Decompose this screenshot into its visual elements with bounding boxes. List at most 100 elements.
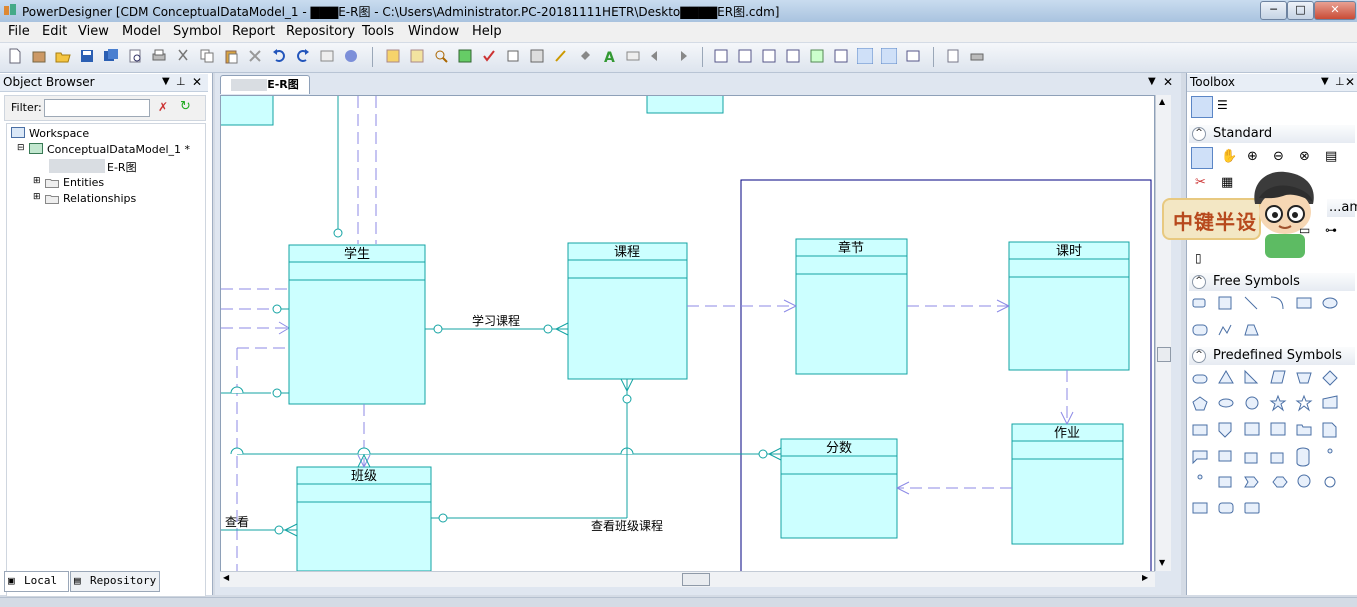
filter-input[interactable] [44,99,150,117]
bubble-icon[interactable] [1297,474,1311,488]
offpage-icon[interactable] [1218,422,1232,438]
print-setup-icon[interactable] [945,48,961,64]
horizontal-scrollbar[interactable]: ◀ ▶ [220,571,1155,587]
page-icon[interactable] [1322,422,1337,438]
predefined-process-icon[interactable] [1270,422,1286,436]
model-check-icon[interactable] [343,48,359,64]
grabber-tool-icon[interactable]: ✋ [1221,149,1237,165]
polyline-symbol-icon[interactable] [1218,324,1232,336]
entity-class[interactable]: 班级 [296,466,432,572]
panel-menu-icon[interactable]: ▼ [1321,74,1329,90]
rounded-rect-symbol-icon[interactable] [1192,324,1208,336]
refresh-shape-icon[interactable] [1324,476,1336,488]
polygon-symbol-icon[interactable] [1244,324,1259,336]
menu-report[interactable]: Report [232,24,275,39]
shape-icon[interactable] [505,48,521,64]
triangle-icon[interactable] [1218,370,1234,384]
section-predefined-symbols[interactable]: ^ Predefined Symbols [1189,347,1355,365]
scroll-down-icon[interactable]: ▼ [1159,558,1165,567]
oval-icon[interactable] [1218,398,1234,408]
section-free-symbols[interactable]: ^ Free Symbols [1189,273,1355,291]
menu-repository[interactable]: Repository [286,24,355,39]
parallelogram-icon[interactable] [1270,370,1286,384]
paste-icon[interactable] [223,48,239,64]
folder-shape-icon[interactable] [1296,424,1312,436]
scroll-up-icon[interactable]: ▲ [1159,97,1165,106]
font-icon[interactable]: A [601,48,617,64]
panel-shape-icon[interactable] [1244,502,1260,514]
cylinder-icon[interactable] [1296,447,1310,467]
menu-view[interactable]: View [78,24,109,39]
link-tool-icon[interactable]: ▦ [1221,175,1237,191]
list-view-icon[interactable]: ☰ [1217,98,1233,114]
process-icon[interactable] [1244,422,1260,436]
zoom-100-icon[interactable] [761,48,777,64]
pin-icon[interactable]: ⊥ [176,74,186,90]
scroll-right-icon[interactable]: ▶ [1142,573,1148,582]
output-toggle-icon[interactable] [881,48,897,64]
tab-repository[interactable]: ▤ Repository [70,571,160,592]
entity-homework[interactable]: 作业 [1011,423,1124,545]
close-panel-icon[interactable]: ✕ [192,74,202,90]
title-symbol-icon[interactable] [1192,298,1206,308]
scroll-thumb[interactable] [682,573,710,586]
delete-tool-icon[interactable]: ✂ [1195,175,1211,191]
panel-menu-icon[interactable]: ▼ [162,74,170,90]
new-diagram-icon[interactable] [385,48,401,64]
star-icon[interactable] [1269,394,1287,412]
hexagon-icon[interactable] [1272,476,1288,488]
scroll-left-icon[interactable]: ◀ [223,573,229,582]
pen-icon[interactable] [553,48,569,64]
cut-icon[interactable] [175,48,191,64]
actor-alt-icon[interactable] [1197,474,1203,480]
refresh-icon[interactable] [457,48,473,64]
forward-icon[interactable] [673,48,689,64]
zoom-out-tool-icon[interactable]: ⊖ [1273,149,1289,165]
window-menu-icon[interactable]: ▼ [1148,76,1156,87]
zoom-out-icon[interactable] [809,48,825,64]
undo-icon[interactable] [271,48,287,64]
pointer-tool[interactable] [1191,147,1213,169]
menu-symbol[interactable]: Symbol [173,24,221,39]
section-standard[interactable]: ^ Standard [1189,125,1355,143]
save-icon[interactable] [79,48,95,64]
pentagon-icon[interactable] [1192,396,1208,411]
collapse-icon[interactable]: ⊟ [17,143,25,153]
tab-local[interactable]: ▣ Local [4,571,69,592]
diagram-tab[interactable]: E-R图 [220,75,310,94]
line-symbol-icon[interactable] [1244,296,1258,310]
envelope-icon[interactable] [1192,502,1208,514]
minimize-button[interactable]: ─ [1260,1,1287,20]
zoom-fit-icon[interactable] [713,48,729,64]
properties-tool-icon[interactable]: ▤ [1325,149,1341,165]
star-outline-icon[interactable] [1295,394,1313,412]
expand-icon[interactable]: ⊞ [33,192,41,202]
entity-course[interactable]: 课程 [567,242,688,380]
open-package-tool-icon[interactable]: ⊗ [1299,149,1315,165]
diamond-icon[interactable] [1322,370,1338,386]
redo-icon[interactable] [295,48,311,64]
new-project-icon[interactable] [31,48,47,64]
cube-icon[interactable] [1244,452,1258,464]
printer-icon[interactable] [969,48,985,64]
relationship-tool-icon[interactable]: ⊶ [1325,223,1341,239]
frame-icon[interactable] [1218,476,1232,488]
actor-icon[interactable] [1327,448,1333,454]
zoom-page-icon[interactable] [737,48,753,64]
menu-window[interactable]: Window [408,24,459,39]
save-all-icon[interactable] [103,48,119,64]
menu-model[interactable]: Model [122,24,161,39]
entity-partial[interactable] [221,96,274,126]
result-list-icon[interactable] [905,48,921,64]
open-icon[interactable] [55,48,71,64]
clear-filter-icon[interactable]: ✗ [158,100,168,114]
right-triangle-icon[interactable] [1244,369,1259,384]
expand-icon[interactable]: ⊞ [33,176,41,186]
copy-icon[interactable] [199,48,215,64]
browser-toggle-icon[interactable] [857,48,873,64]
fill-icon[interactable] [577,48,593,64]
align-icon[interactable] [625,48,641,64]
vertical-scrollbar[interactable]: ▲ ▼ [1155,95,1171,571]
diagram-canvas[interactable]: 学生 课程 章节 课时 班级 分数 作业 学习课程 查看班级课程 查看 [220,95,1155,573]
screen-icon[interactable] [1218,502,1234,514]
